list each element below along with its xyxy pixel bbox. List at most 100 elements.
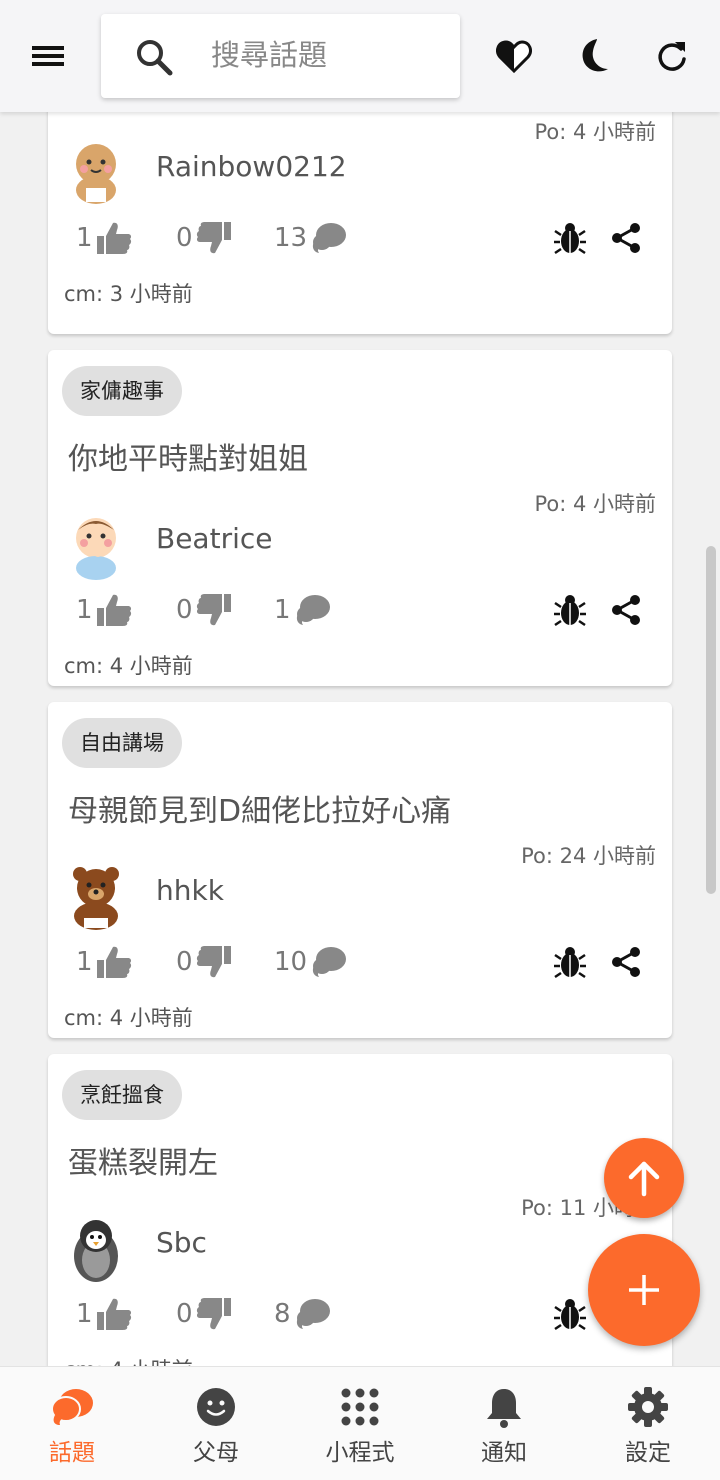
plus-icon <box>629 1275 659 1305</box>
category-tag[interactable]: 烹飪搵食 <box>62 1070 182 1120</box>
topic-title[interactable]: 你地平時點對姐姐 <box>68 434 308 478</box>
category-tag[interactable]: 家傭趣事 <box>62 366 182 416</box>
like-count: 1 <box>76 595 93 625</box>
username[interactable]: hhkk <box>156 874 224 907</box>
comment-button[interactable]: 1 <box>274 588 331 632</box>
search-box <box>101 14 460 98</box>
nav-label: 父母 <box>193 1440 239 1466</box>
post-stats: 1 0 1 <box>48 588 672 632</box>
post-stats: 1 0 13 <box>48 216 672 260</box>
bottom-navigation: 話題 父母 小程式 通知 設定 <box>0 1366 720 1480</box>
bug-report-icon[interactable] <box>552 220 588 256</box>
nav-label: 小程式 <box>325 1440 395 1466</box>
comment-button[interactable]: 8 <box>274 1292 331 1336</box>
dislike-count: 0 <box>176 595 193 625</box>
search-icon[interactable] <box>135 38 173 80</box>
favorite-heart-icon[interactable] <box>494 34 534 78</box>
thumbs-up-icon <box>96 594 131 626</box>
comment-bubbles-icon <box>313 947 347 977</box>
like-button[interactable]: 1 <box>76 588 133 632</box>
comment-bubbles-icon <box>313 223 347 253</box>
nav-settings[interactable]: 設定 <box>576 1367 720 1480</box>
nav-notifications[interactable]: 通知 <box>432 1367 576 1480</box>
scrollbar-thumb[interactable] <box>706 546 716 894</box>
search-input[interactable] <box>211 32 441 78</box>
dislike-button[interactable]: 0 <box>176 588 233 632</box>
thumbs-down-icon <box>196 222 231 254</box>
apps-grid-icon <box>338 1385 382 1429</box>
share-icon[interactable] <box>608 944 644 980</box>
bug-report-icon[interactable] <box>552 1296 588 1332</box>
gingerbread-avatar[interactable] <box>62 140 130 208</box>
dislike-button[interactable]: 0 <box>176 216 233 260</box>
baby-avatar[interactable] <box>62 512 130 580</box>
dislike-button[interactable]: 0 <box>176 940 233 984</box>
dislike-count: 0 <box>176 947 193 977</box>
bear-avatar[interactable] <box>62 864 130 932</box>
topic-card[interactable]: 家傭趣事 你地平時點對姐姐 Po: 4 小時前 Beatrice 1 0 1 c… <box>48 350 672 686</box>
comment-time: cm: 4 小時前 <box>64 1354 193 1366</box>
chat-bubbles-icon <box>50 1385 94 1429</box>
comment-button[interactable]: 10 <box>274 940 347 984</box>
username[interactable]: Sbc <box>156 1226 207 1259</box>
comment-count: 10 <box>274 947 308 977</box>
like-button[interactable]: 1 <box>76 1292 133 1336</box>
dislike-button[interactable]: 0 <box>176 1292 233 1336</box>
dark-mode-moon-icon[interactable] <box>574 34 614 78</box>
top-app-bar <box>0 0 720 112</box>
comment-count: 13 <box>274 223 308 253</box>
nav-topics[interactable]: 話題 <box>0 1367 144 1480</box>
post-stats: 1 0 8 <box>48 1292 672 1336</box>
new-topic-button[interactable] <box>588 1234 700 1346</box>
nav-label: 通知 <box>481 1440 527 1466</box>
comment-time: cm: 4 小時前 <box>64 654 193 678</box>
dislike-count: 0 <box>176 1299 193 1329</box>
topic-card[interactable]: 自由講場 母親節見到D細佬比拉好心痛 Po: 24 小時前 hhkk 1 0 1… <box>48 702 672 1038</box>
gear-icon <box>626 1385 670 1429</box>
like-count: 1 <box>76 223 93 253</box>
share-icon[interactable] <box>608 592 644 628</box>
nav-mini-programs[interactable]: 小程式 <box>288 1367 432 1480</box>
topic-card[interactable]: Po: 4 小時前 Rainbow0212 1 0 13 cm: 3 小時前 <box>48 112 672 334</box>
menu-icon[interactable] <box>28 38 68 74</box>
like-count: 1 <box>76 947 93 977</box>
bell-icon <box>482 1385 526 1429</box>
thumbs-up-icon <box>96 1298 131 1330</box>
comment-button[interactable]: 13 <box>274 216 347 260</box>
comment-time: cm: 4 小時前 <box>64 1006 193 1030</box>
category-tag[interactable]: 自由講場 <box>62 718 182 768</box>
post-stats: 1 0 10 <box>48 940 672 984</box>
thumbs-up-icon <box>96 946 131 978</box>
username[interactable]: Rainbow0212 <box>156 150 347 183</box>
share-icon[interactable] <box>608 220 644 256</box>
like-button[interactable]: 1 <box>76 216 133 260</box>
like-count: 1 <box>76 1299 93 1329</box>
bug-report-icon[interactable] <box>552 592 588 628</box>
comment-bubbles-icon <box>296 595 330 625</box>
comment-bubbles-icon <box>296 1299 330 1329</box>
refresh-icon[interactable] <box>652 34 692 78</box>
nav-label: 設定 <box>625 1440 671 1466</box>
dislike-count: 0 <box>176 223 193 253</box>
thumbs-down-icon <box>196 946 231 978</box>
penguin-avatar[interactable] <box>62 1216 130 1284</box>
nav-parents[interactable]: 父母 <box>144 1367 288 1480</box>
thumbs-up-icon <box>96 222 131 254</box>
username[interactable]: Beatrice <box>156 522 272 555</box>
post-time: Po: 24 小時前 <box>521 844 656 868</box>
comment-count: 1 <box>274 595 291 625</box>
topic-title[interactable]: 蛋糕裂開左 <box>68 1138 218 1182</box>
topic-title[interactable]: 母親節見到D細佬比拉好心痛 <box>68 786 451 830</box>
comment-count: 8 <box>274 1299 291 1329</box>
scroll-to-top-button[interactable] <box>604 1138 684 1218</box>
post-time: Po: 4 小時前 <box>534 492 656 516</box>
post-time: Po: 4 小時前 <box>534 120 656 144</box>
thumbs-down-icon <box>196 1298 231 1330</box>
bug-report-icon[interactable] <box>552 944 588 980</box>
smiley-icon <box>194 1385 238 1429</box>
nav-label: 話題 <box>49 1440 95 1466</box>
comment-time: cm: 3 小時前 <box>64 282 193 306</box>
like-button[interactable]: 1 <box>76 940 133 984</box>
topic-card[interactable]: 烹飪搵食 蛋糕裂開左 Po: 11 小時前 Sbc 1 0 8 cm: 4 小時… <box>48 1054 672 1366</box>
thumbs-down-icon <box>196 594 231 626</box>
